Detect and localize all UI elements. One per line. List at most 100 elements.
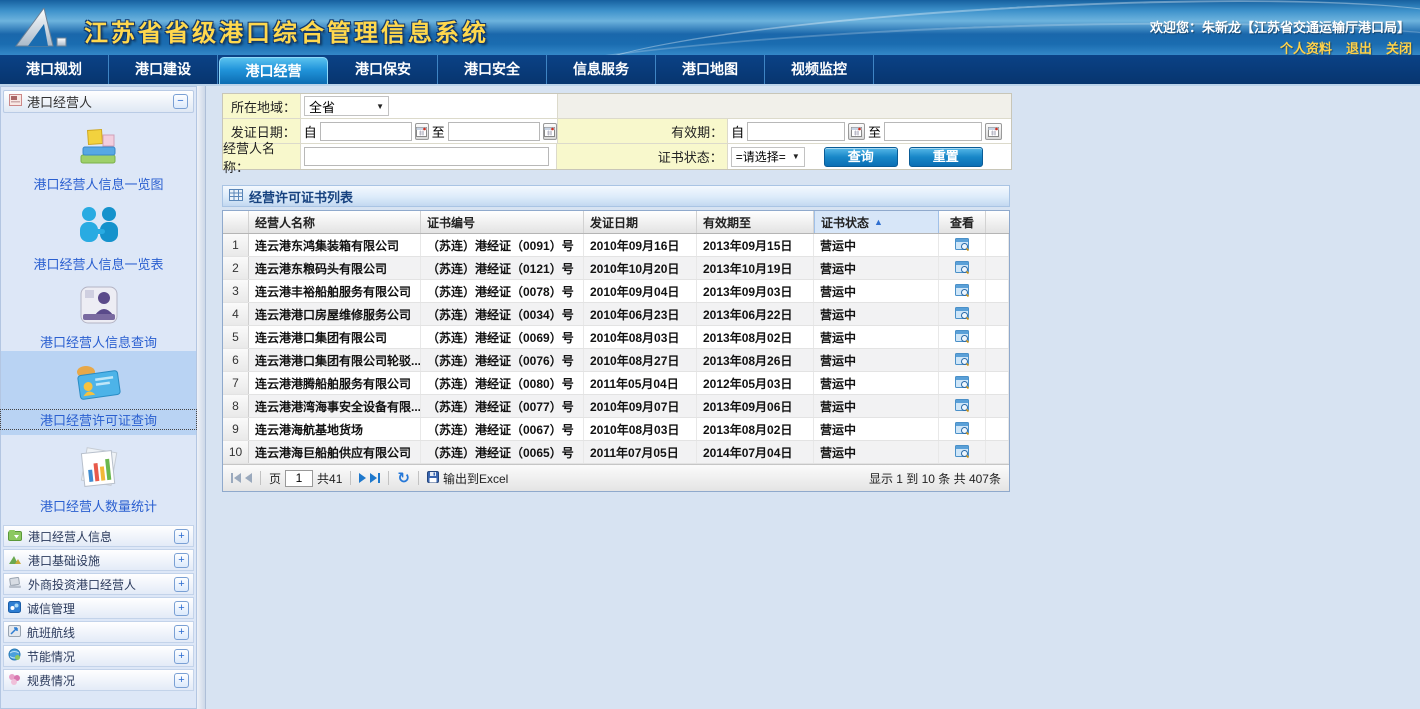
- section-label: 外商投资港口经营人: [28, 576, 168, 593]
- first-page-button[interactable]: [231, 473, 241, 483]
- tab-port-safety[interactable]: 港口安全: [438, 55, 547, 84]
- validity-to-input[interactable]: [884, 122, 982, 141]
- calendar-icon[interactable]: [415, 123, 429, 140]
- sidebar-splitter[interactable]: [197, 86, 206, 709]
- status-cell: 营运中: [814, 441, 939, 463]
- valid-until-cell: 2013年08月26日: [697, 349, 814, 371]
- col-header-status[interactable]: 证书状态 ▲: [814, 211, 939, 233]
- tab-port-security[interactable]: 港口保安: [329, 55, 438, 84]
- view-detail-icon[interactable]: [955, 330, 970, 344]
- sidebar-item-quantity-stats[interactable]: 港口经营人数量统计: [1, 435, 196, 515]
- section-integrity[interactable]: 诚信管理 +: [3, 597, 194, 619]
- valid-until-cell: 2012年05月03日: [697, 372, 814, 394]
- expand-button[interactable]: +: [174, 625, 189, 640]
- col-header-cert-no[interactable]: 证书编号: [421, 211, 584, 233]
- table-row[interactable]: 7 连云港港腾船舶服务有限公司 （苏连）港经证（0080）号 2011年05月0…: [223, 372, 1009, 395]
- expand-button[interactable]: +: [174, 601, 189, 616]
- cert-status-select[interactable]: =请选择= ▼: [731, 147, 805, 167]
- view-detail-icon[interactable]: [955, 445, 970, 459]
- view-detail-icon[interactable]: [955, 376, 970, 390]
- expand-button[interactable]: +: [174, 553, 189, 568]
- table-row[interactable]: 6 连云港港口集团有限公司轮驳... （苏连）港经证（0076）号 2010年0…: [223, 349, 1009, 372]
- section-operator-info[interactable]: 港口经营人信息 +: [3, 525, 194, 547]
- table-row[interactable]: 8 连云港港湾海事安全设备有限... （苏连）港经证（0077）号 2010年0…: [223, 395, 1009, 418]
- last-page-button[interactable]: [370, 473, 380, 483]
- validity-from-input[interactable]: [747, 122, 845, 141]
- id-card-icon: [1, 285, 196, 328]
- section-fees[interactable]: 规费情况 +: [3, 669, 194, 691]
- table-row[interactable]: 9 连云港海航基地货场 （苏连）港经证（0067）号 2010年08月03日 2…: [223, 418, 1009, 441]
- close-link[interactable]: 关闭: [1386, 38, 1412, 55]
- calendar-icon[interactable]: [985, 123, 1002, 140]
- tab-port-operation[interactable]: 港口经营: [219, 57, 328, 84]
- section-energy-saving[interactable]: 节能情况 +: [3, 645, 194, 667]
- table-row[interactable]: 1 连云港东鸿集装箱有限公司 （苏连）港经证（0091）号 2010年09月16…: [223, 234, 1009, 257]
- view-detail-icon[interactable]: [955, 353, 970, 367]
- view-detail-icon[interactable]: [955, 422, 970, 436]
- col-header-valid-until[interactable]: 有效期至: [697, 211, 814, 233]
- view-detail-icon[interactable]: [955, 261, 970, 275]
- export-excel-label: 输出到Excel: [443, 470, 508, 487]
- expand-button[interactable]: +: [174, 649, 189, 664]
- sidebar-item-info-query[interactable]: 港口经营人信息查询: [1, 273, 196, 351]
- reset-button[interactable]: 重置: [909, 147, 983, 167]
- expand-button[interactable]: +: [174, 529, 189, 544]
- view-detail-icon[interactable]: [955, 284, 970, 298]
- section-flight-routes[interactable]: 航班航线 +: [3, 621, 194, 643]
- stacked-boxes-icon: [1, 125, 196, 170]
- tab-port-planning[interactable]: 港口规划: [0, 55, 109, 84]
- tab-video-monitor[interactable]: 视频监控: [765, 55, 874, 84]
- calendar-icon[interactable]: [543, 123, 557, 140]
- refresh-icon[interactable]: ↻: [397, 471, 410, 486]
- logout-link[interactable]: 退出: [1346, 38, 1372, 55]
- operator-name-label: 经营人名称：: [223, 144, 301, 169]
- operator-name-cell: 连云港东鸿集装箱有限公司: [249, 234, 421, 256]
- collapse-button[interactable]: −: [173, 94, 188, 109]
- region-select[interactable]: 全省 ▼: [304, 96, 389, 116]
- cert-no-cell: （苏连）港经证（0077）号: [421, 395, 584, 417]
- col-header-issue-date[interactable]: 发证日期: [584, 211, 697, 233]
- section-label: 规费情况: [27, 672, 168, 689]
- prev-page-button[interactable]: [245, 473, 252, 483]
- expand-button[interactable]: +: [174, 577, 189, 592]
- tab-port-construction[interactable]: 港口建设: [109, 55, 218, 84]
- col-header-name[interactable]: 经营人名称: [249, 211, 421, 233]
- calendar-icon[interactable]: [848, 123, 865, 140]
- table-row[interactable]: 4 连云港港口房屋维修服务公司 （苏连）港经证（0034）号 2010年06月2…: [223, 303, 1009, 326]
- profile-link[interactable]: 个人资料: [1280, 38, 1332, 55]
- col-header-view[interactable]: 查看: [939, 211, 986, 233]
- sidebar-item-license-query[interactable]: 港口经营许可证查询: [1, 351, 196, 435]
- sidebar-panel-header[interactable]: 港口经营人 −: [3, 90, 194, 113]
- operator-name-input[interactable]: [304, 147, 549, 166]
- tab-info-service[interactable]: 信息服务: [547, 55, 656, 84]
- table-row[interactable]: 5 连云港港口集团有限公司 （苏连）港经证（0069）号 2010年08月03日…: [223, 326, 1009, 349]
- table-row[interactable]: 10 连云港海巨船舶供应有限公司 （苏连）港经证（0065）号 2011年07月…: [223, 441, 1009, 464]
- view-detail-icon[interactable]: [955, 238, 970, 252]
- pager-toolbar: 页 共41 ↻ 输出到Excel 显示 1 到 10 条 共 407条: [223, 464, 1009, 491]
- row-number: 10: [223, 441, 249, 463]
- chevron-down-icon: ▼: [366, 102, 384, 111]
- cert-no-cell: （苏连）港经证（0076）号: [421, 349, 584, 371]
- section-foreign-investment[interactable]: 外商投资港口经营人 +: [3, 573, 194, 595]
- search-filters: 所在地域： 全省 ▼ 发证日期： 自 至 有效期： 自: [222, 93, 1012, 170]
- section-infrastructure[interactable]: 港口基础设施 +: [3, 549, 194, 571]
- sidebar-item-overview-map[interactable]: 港口经营人信息一览图: [1, 113, 196, 193]
- next-page-button[interactable]: [359, 473, 366, 483]
- tab-port-map[interactable]: 港口地图: [656, 55, 765, 84]
- issue-date-to-input[interactable]: [448, 122, 540, 141]
- table-row[interactable]: 3 连云港丰裕船舶服务有限公司 （苏连）港经证（0078）号 2010年09月0…: [223, 280, 1009, 303]
- operator-name-cell: 连云港港口房屋维修服务公司: [249, 303, 421, 325]
- view-detail-icon[interactable]: [955, 399, 970, 413]
- sidebar-item-label: 港口经营人信息查询: [1, 332, 196, 351]
- query-button[interactable]: 查询: [824, 147, 898, 167]
- page-number-input[interactable]: [285, 470, 313, 487]
- issue-date-from-input[interactable]: [320, 122, 412, 141]
- table-row[interactable]: 2 连云港东粮码头有限公司 （苏连）港经证（0121）号 2010年10月20日…: [223, 257, 1009, 280]
- expand-button[interactable]: +: [174, 673, 189, 688]
- export-excel-button[interactable]: 输出到Excel: [427, 470, 508, 487]
- filter-row-dates: 发证日期： 自 至 有效期： 自 至: [223, 119, 1011, 144]
- header-links: 个人资料 退出 关闭: [1280, 38, 1412, 55]
- view-detail-icon[interactable]: [955, 307, 970, 321]
- row-number: 1: [223, 234, 249, 256]
- sidebar-item-overview-table[interactable]: 港口经营人信息一览表: [1, 193, 196, 273]
